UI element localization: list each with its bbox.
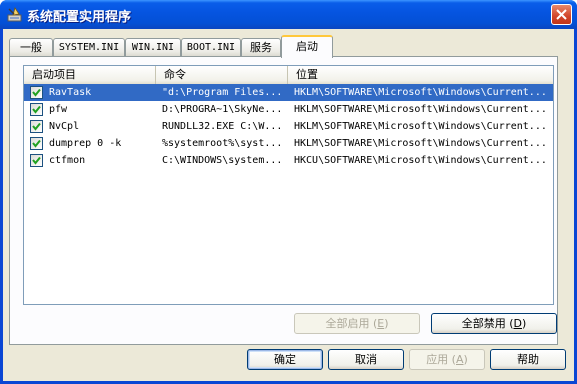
column-location[interactable]: 位置 (288, 66, 553, 84)
row-item-name: ctfmon (49, 155, 86, 166)
enable-all-mnemonic: E (377, 317, 385, 330)
dialog-client: 一般 SYSTEM.INI WIN.INI BOOT.INI 服务 启动 启动项… (3, 29, 574, 381)
row-command: RUNDLL32.EXE C:\W... (162, 121, 283, 132)
row-location: HKCU\SOFTWARE\Microsoft\Windows\Current.… (294, 155, 547, 166)
tab-system-ini[interactable]: SYSTEM.INI (53, 38, 125, 57)
row-location: HKLM\SOFTWARE\Microsoft\Windows\Current.… (294, 121, 547, 132)
row-location: HKLM\SOFTWARE\Microsoft\Windows\Current.… (294, 138, 547, 149)
row-item-name: dumprep 0 -k (49, 138, 122, 149)
list-row[interactable]: ctfmon C:\WINDOWS\system... HKCU\SOFTWAR… (24, 152, 553, 169)
row-command: C:\WINDOWS\system... (162, 155, 283, 166)
row-command: D:\PROGRA~1\SkyNe... (162, 104, 283, 115)
tab-general[interactable]: 一般 (9, 38, 53, 57)
list-header: 启动项目 命令 位置 (24, 66, 553, 84)
startup-checkbox[interactable] (30, 86, 43, 99)
startup-checkbox[interactable] (30, 154, 43, 167)
close-icon (556, 9, 567, 20)
row-location: HKLM\SOFTWARE\Microsoft\Windows\Current.… (294, 87, 547, 98)
startup-checkbox[interactable] (30, 137, 43, 150)
apply-label: 应用 (426, 353, 449, 366)
row-item-name: pfw (49, 104, 68, 115)
checkmark-icon (32, 122, 41, 131)
startup-checkbox[interactable] (30, 120, 43, 133)
disable-all-button[interactable]: 全部禁用 (D) (431, 313, 557, 334)
msconfig-icon (6, 6, 23, 23)
disable-all-mnemonic: D (513, 317, 522, 330)
cancel-button[interactable]: 取消 (328, 349, 404, 370)
checkmark-icon (32, 105, 41, 114)
row-command: "d:\Program Files... (162, 87, 283, 98)
row-location: HKLM\SOFTWARE\Microsoft\Windows\Current.… (294, 104, 547, 115)
startup-checkbox[interactable] (30, 103, 43, 116)
tab-win-ini[interactable]: WIN.INI (125, 38, 181, 57)
ok-button[interactable]: 确定 (247, 349, 323, 370)
list-row[interactable]: dumprep 0 -k %systemroot%\syst... HKLM\S… (24, 135, 553, 152)
row-command: %systemroot%\syst... (162, 138, 283, 149)
title-bar[interactable]: 系统配置实用程序 (0, 0, 577, 29)
row-item-name: RavTask (49, 87, 92, 98)
enable-all-label: 全部启用 (325, 317, 370, 330)
tab-boot-ini[interactable]: BOOT.INI (181, 38, 241, 57)
tab-services[interactable]: 服务 (241, 38, 281, 57)
window-title: 系统配置实用程序 (27, 10, 132, 25)
msconfig-window: 系统配置实用程序 一般 SYSTEM.INI WIN.INI BOOT.INI … (0, 0, 577, 384)
row-item-name: NvCpl (49, 121, 80, 132)
startup-panel: 启动项目 命令 位置 RavTask "d:\Program Files... … (9, 56, 558, 345)
apply-button[interactable]: 应用 (A) (409, 349, 485, 370)
list-row[interactable]: NvCpl RUNDLL32.EXE C:\W... HKLM\SOFTWARE… (24, 118, 553, 135)
apply-mnemonic: A (455, 353, 464, 366)
startup-list[interactable]: 启动项目 命令 位置 RavTask "d:\Program Files... … (23, 65, 554, 305)
enable-all-button[interactable]: 全部启用 (E) (294, 313, 420, 334)
checkmark-icon (32, 156, 41, 165)
checkmark-icon (32, 139, 41, 148)
list-row[interactable]: RavTask "d:\Program Files... HKLM\SOFTWA… (24, 84, 553, 101)
checkmark-icon (32, 88, 41, 97)
list-row[interactable]: pfw D:\PROGRA~1\SkyNe... HKLM\SOFTWARE\M… (24, 101, 553, 118)
column-command[interactable]: 命令 (156, 66, 288, 84)
close-button[interactable] (551, 4, 572, 25)
disable-all-label: 全部禁用 (461, 317, 506, 330)
help-button[interactable]: 帮助 (490, 349, 566, 370)
column-startup-item[interactable]: 启动项目 (24, 66, 156, 84)
tab-startup[interactable]: 启动 (281, 35, 333, 58)
